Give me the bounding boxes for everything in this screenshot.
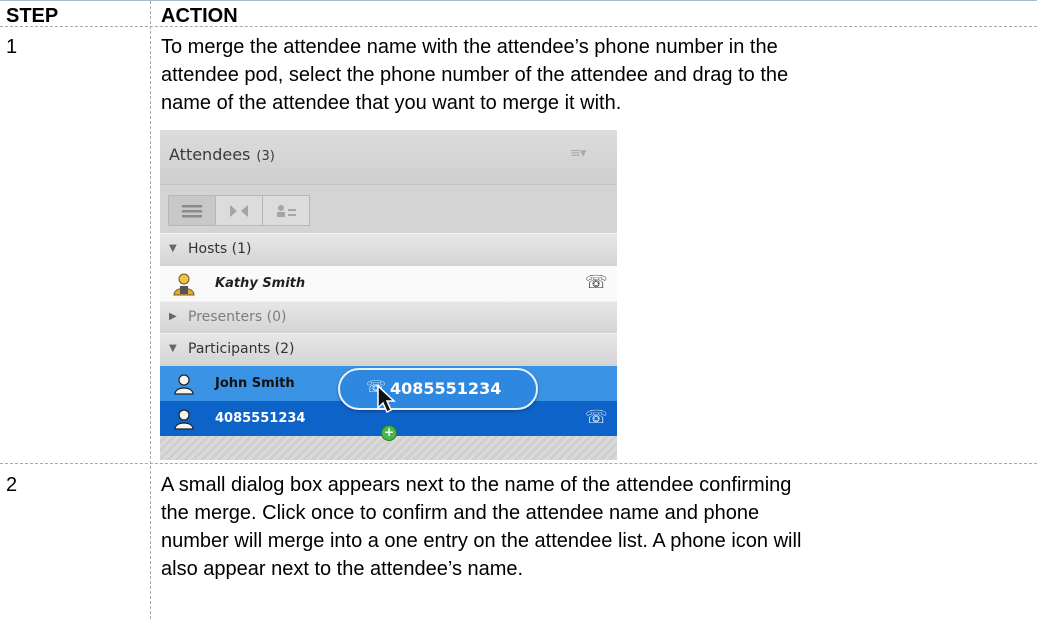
section-participants[interactable]: ▼ Participants (2) [160,333,617,368]
header-step: STEP [6,5,59,27]
instruction-line: also appear next to the attendee’s name. [161,558,524,580]
participant-avatar-icon [172,372,196,400]
host-avatar-icon [172,272,196,300]
view-toggle-group [168,195,310,226]
instruction-line: number will merge into a one entry on th… [161,530,802,552]
attendee-phone-number: 4085551234 [215,411,306,426]
expand-view-icon [230,204,248,217]
drag-phone-bubble[interactable]: ☏ 4085551234 [338,368,538,410]
mouse-cursor-icon [377,384,396,414]
participant-avatar-icon [172,407,196,435]
list-view-button[interactable] [169,196,216,225]
expand-triangle-icon: ▼ [169,243,177,254]
list-view-icon [182,204,202,217]
instruction-line: A small dialog box appears next to the n… [161,474,792,496]
step-number: 2 [6,474,18,496]
instruction-line: To merge the attendee name with the atte… [161,36,778,58]
table-top-rule [0,0,1037,1]
pod-header: Attendees (3) ≡▾ [160,130,617,184]
attendee-row-host[interactable]: Kathy Smith ☏ [160,266,617,301]
section-label: Presenters (0) [188,309,287,325]
instruction-line: the merge. Click once to confirm and the… [161,502,760,524]
pod-menu-icon[interactable]: ≡▾ [570,146,586,161]
step-number: 1 [6,36,18,58]
expand-triangle-icon: ▼ [169,343,177,354]
attendee-name: Kathy Smith [215,276,306,291]
step-instruction: A small dialog box appears next to the n… [161,471,1021,583]
column-divider [150,1,151,619]
attendee-count: (3) [256,149,275,164]
detail-view-button[interactable] [263,196,309,225]
header-action: ACTION [161,5,238,27]
grid-view-button[interactable] [216,196,263,225]
phone-icon: ☏ [585,407,608,428]
attendee-name: John Smith [215,376,295,391]
section-label: Participants (2) [188,341,295,357]
row-divider [0,463,1037,464]
collapse-triangle-icon: ▶ [169,311,177,322]
person-list-icon [277,204,296,217]
view-toolbar [160,184,617,234]
section-label: Hosts (1) [188,241,252,257]
section-presenters[interactable]: ▶ Presenters (0) [160,301,617,336]
attendee-pod: Attendees (3) ≡▾ ▼ Hosts (1) Kathy Smith… [160,130,617,460]
instruction-line: attendee pod, select the phone number of… [161,64,789,86]
pod-title: Attendees (3) [169,145,275,164]
header-divider [0,26,1037,27]
step-instruction: To merge the attendee name with the atte… [161,33,1021,117]
instruction-line: name of the attendee that you want to me… [161,92,622,114]
section-hosts[interactable]: ▼ Hosts (1) [160,233,617,268]
phone-icon: ☏ [585,272,608,293]
add-plus-icon: + [381,425,397,441]
drag-phone-number: 4085551234 [390,379,502,398]
